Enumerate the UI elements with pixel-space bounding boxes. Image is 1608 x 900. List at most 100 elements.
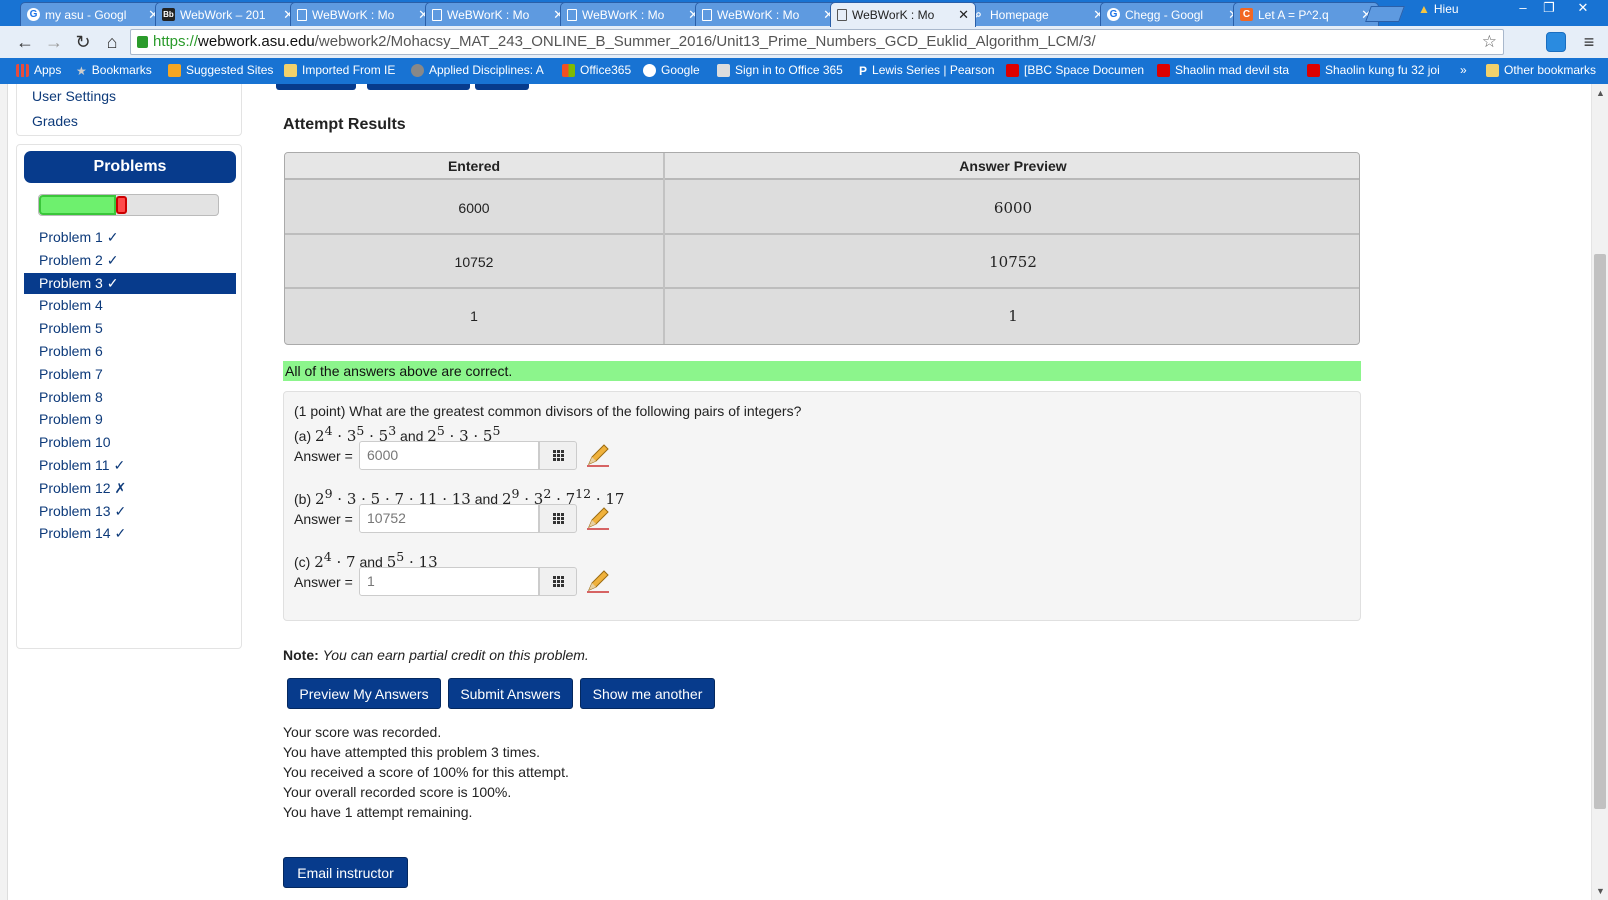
pencil-icon[interactable] (585, 505, 611, 531)
bookmark-shaolin-kungfu[interactable]: Shaolin kung fu 32 joi (1307, 63, 1440, 77)
bookmark-shaolin-devil[interactable]: Shaolin mad devil sta (1157, 63, 1289, 77)
google-icon: G (1107, 8, 1120, 21)
problem-link[interactable]: Problem 4 (24, 295, 236, 316)
pencil-icon[interactable] (585, 442, 611, 468)
main-content: Attempt Results Entered Answer Preview 6… (276, 84, 1363, 900)
address-bar[interactable]: https://webwork.asu.edu/webwork2/Mohacsy… (130, 29, 1504, 55)
bookmark-bbc-space[interactable]: [BBC Space Documen (1006, 63, 1144, 77)
answer-input-b[interactable]: 10752 (359, 504, 539, 533)
equation-editor-button[interactable] (539, 567, 577, 596)
lock-icon (137, 36, 148, 48)
bookmark-office365-signin[interactable]: Sign in to Office 365 (717, 63, 843, 77)
problem-link[interactable]: Problem 6 (24, 341, 236, 362)
equation-editor-button[interactable] (539, 504, 577, 533)
answer-input-a[interactable]: 6000 (359, 441, 539, 470)
folder-icon (1486, 63, 1499, 77)
grades-link[interactable]: Grades (32, 113, 78, 129)
document-icon (717, 63, 730, 77)
bookmarks-overflow-button[interactable]: » (1460, 63, 1467, 77)
page-icon (297, 8, 307, 21)
attempt-results-title: Attempt Results (283, 116, 406, 133)
problem-link[interactable]: Problem 9 (24, 409, 236, 430)
part-c-expression: 24 · 7 (314, 549, 356, 571)
tab-webwork-1[interactable]: WeBWorK : Mo ✕ (290, 2, 436, 26)
score-message: You have attempted this problem 3 times. (283, 744, 541, 760)
problem-link[interactable]: Problem 1 ✓ (24, 227, 236, 248)
problem-link[interactable]: Problem 11 ✓ (24, 455, 236, 476)
bookmark-imported-from-ie[interactable]: Imported From IE (284, 63, 395, 77)
menu-icon[interactable]: ≡ (1578, 31, 1600, 53)
restore-icon[interactable]: ❐ (1536, 0, 1562, 18)
problem-link[interactable]: Problem 8 (24, 387, 236, 408)
score-message: You have 1 attempt remaining. (283, 804, 473, 820)
forward-arrow-icon[interactable]: → (43, 31, 65, 53)
home-icon[interactable]: ⌂ (101, 31, 123, 53)
page-icon (432, 8, 442, 21)
top-button-stub[interactable] (276, 84, 356, 90)
back-arrow-icon[interactable]: ← (14, 31, 36, 53)
problem-link[interactable]: Problem 3 ✓ (24, 272, 236, 294)
problem-link[interactable]: Problem 13 ✓ (24, 501, 236, 522)
suggested-sites-icon (168, 63, 181, 77)
new-tab-button[interactable] (1365, 6, 1405, 22)
browser-toolbar: ← → ↻ ⌂ https://webwork.asu.edu/webwork2… (0, 26, 1608, 58)
scroll-up-arrow-icon[interactable]: ▲ (1596, 88, 1605, 98)
problem-link[interactable]: Problem 2 ✓ (24, 250, 236, 271)
bookmark-google[interactable]: Google (643, 63, 700, 77)
problem-link[interactable]: Problem 12 ✗ (24, 478, 236, 499)
answer-input-c[interactable]: 1 (359, 567, 539, 596)
google-icon: G (27, 8, 40, 21)
youtube-icon (1006, 63, 1019, 77)
scrollbar-thumb[interactable] (1594, 254, 1606, 809)
bookmark-pearson[interactable]: P Lewis Series | Pearson (859, 63, 995, 78)
bookmarks-bar: Apps ★ Bookmarks Suggested Sites Imported… (0, 58, 1608, 84)
minimize-icon[interactable]: – (1510, 0, 1536, 18)
scroll-down-arrow-icon[interactable]: ▼ (1596, 886, 1605, 896)
problem-body: (1 point) What are the greatest common d… (283, 391, 1361, 621)
column-header-entered: Entered (285, 153, 663, 180)
cloud-extension-icon[interactable] (1546, 32, 1566, 52)
bookmark-applied-disciplines[interactable]: Applied Disciplines: A (411, 63, 544, 77)
tab-webwork-3[interactable]: WeBWorK : Mo ✕ (560, 2, 706, 26)
tab-homepage[interactable]: ⌕ Homepage ✕ (965, 2, 1111, 26)
warning-icon: ▲ (1418, 2, 1430, 16)
submit-answers-button[interactable]: Submit Answers (448, 678, 573, 709)
user-settings-link[interactable]: User Settings (32, 88, 116, 104)
close-window-icon[interactable]: ✕ (1570, 0, 1596, 18)
tab-webwork-4[interactable]: WeBWorK : Mo ✕ (695, 2, 841, 26)
bookmark-apps[interactable]: Apps (16, 63, 61, 77)
show-another-button[interactable]: Show me another (580, 678, 715, 709)
tab-webwork-active[interactable]: WeBWorK : Mo ✕ (830, 2, 976, 27)
reload-icon[interactable]: ↻ (72, 31, 94, 53)
problem-link[interactable]: Problem 10 (24, 432, 236, 453)
bookmark-bookmarks[interactable]: ★ Bookmarks (76, 63, 152, 78)
grid-icon (552, 576, 564, 587)
pencil-icon[interactable] (585, 568, 611, 594)
youtube-icon (1157, 63, 1170, 77)
top-button-stub[interactable] (475, 84, 529, 90)
tab-chegg[interactable]: C Let A = P^2.q ✕ (1233, 2, 1379, 26)
progress-bar-incorrect (116, 196, 127, 214)
tab-chegg-google[interactable]: GChegg - Googl✕ (1100, 2, 1246, 26)
page-icon (567, 8, 577, 21)
preview-answers-button[interactable]: Preview My Answers (287, 678, 441, 709)
answer-label: Answer = (294, 511, 353, 527)
page-scrollbar[interactable]: ▲ ▼ (1591, 84, 1608, 900)
entered-cell: 10752 (285, 236, 663, 289)
tab-webwork-bb[interactable]: Bb WebWork – 201 ✕ (155, 2, 301, 26)
bookmark-star-icon[interactable]: ☆ (1482, 30, 1497, 54)
tab-my-asu[interactable]: Gmy asu - Googl ✕ (20, 2, 166, 26)
tab-webwork-2[interactable]: WeBWorK : Mo ✕ (425, 2, 571, 26)
problem-link[interactable]: Problem 5 (24, 318, 236, 339)
profile-button[interactable]: ▲ Hieu (1418, 2, 1459, 16)
bookmark-suggested-sites[interactable]: Suggested Sites (168, 63, 273, 77)
email-instructor-button[interactable]: Email instructor (283, 857, 408, 888)
entered-cell: 1 (285, 290, 663, 343)
problem-link[interactable]: Problem 14 ✓ (24, 523, 236, 544)
tab-close-icon[interactable]: ✕ (958, 7, 969, 23)
equation-editor-button[interactable] (539, 441, 577, 470)
problem-link[interactable]: Problem 7 (24, 364, 236, 385)
top-button-stub[interactable] (367, 84, 470, 90)
bookmark-other-bookmarks[interactable]: Other bookmarks (1486, 63, 1596, 77)
bookmark-office365[interactable]: Office365 (562, 63, 631, 77)
